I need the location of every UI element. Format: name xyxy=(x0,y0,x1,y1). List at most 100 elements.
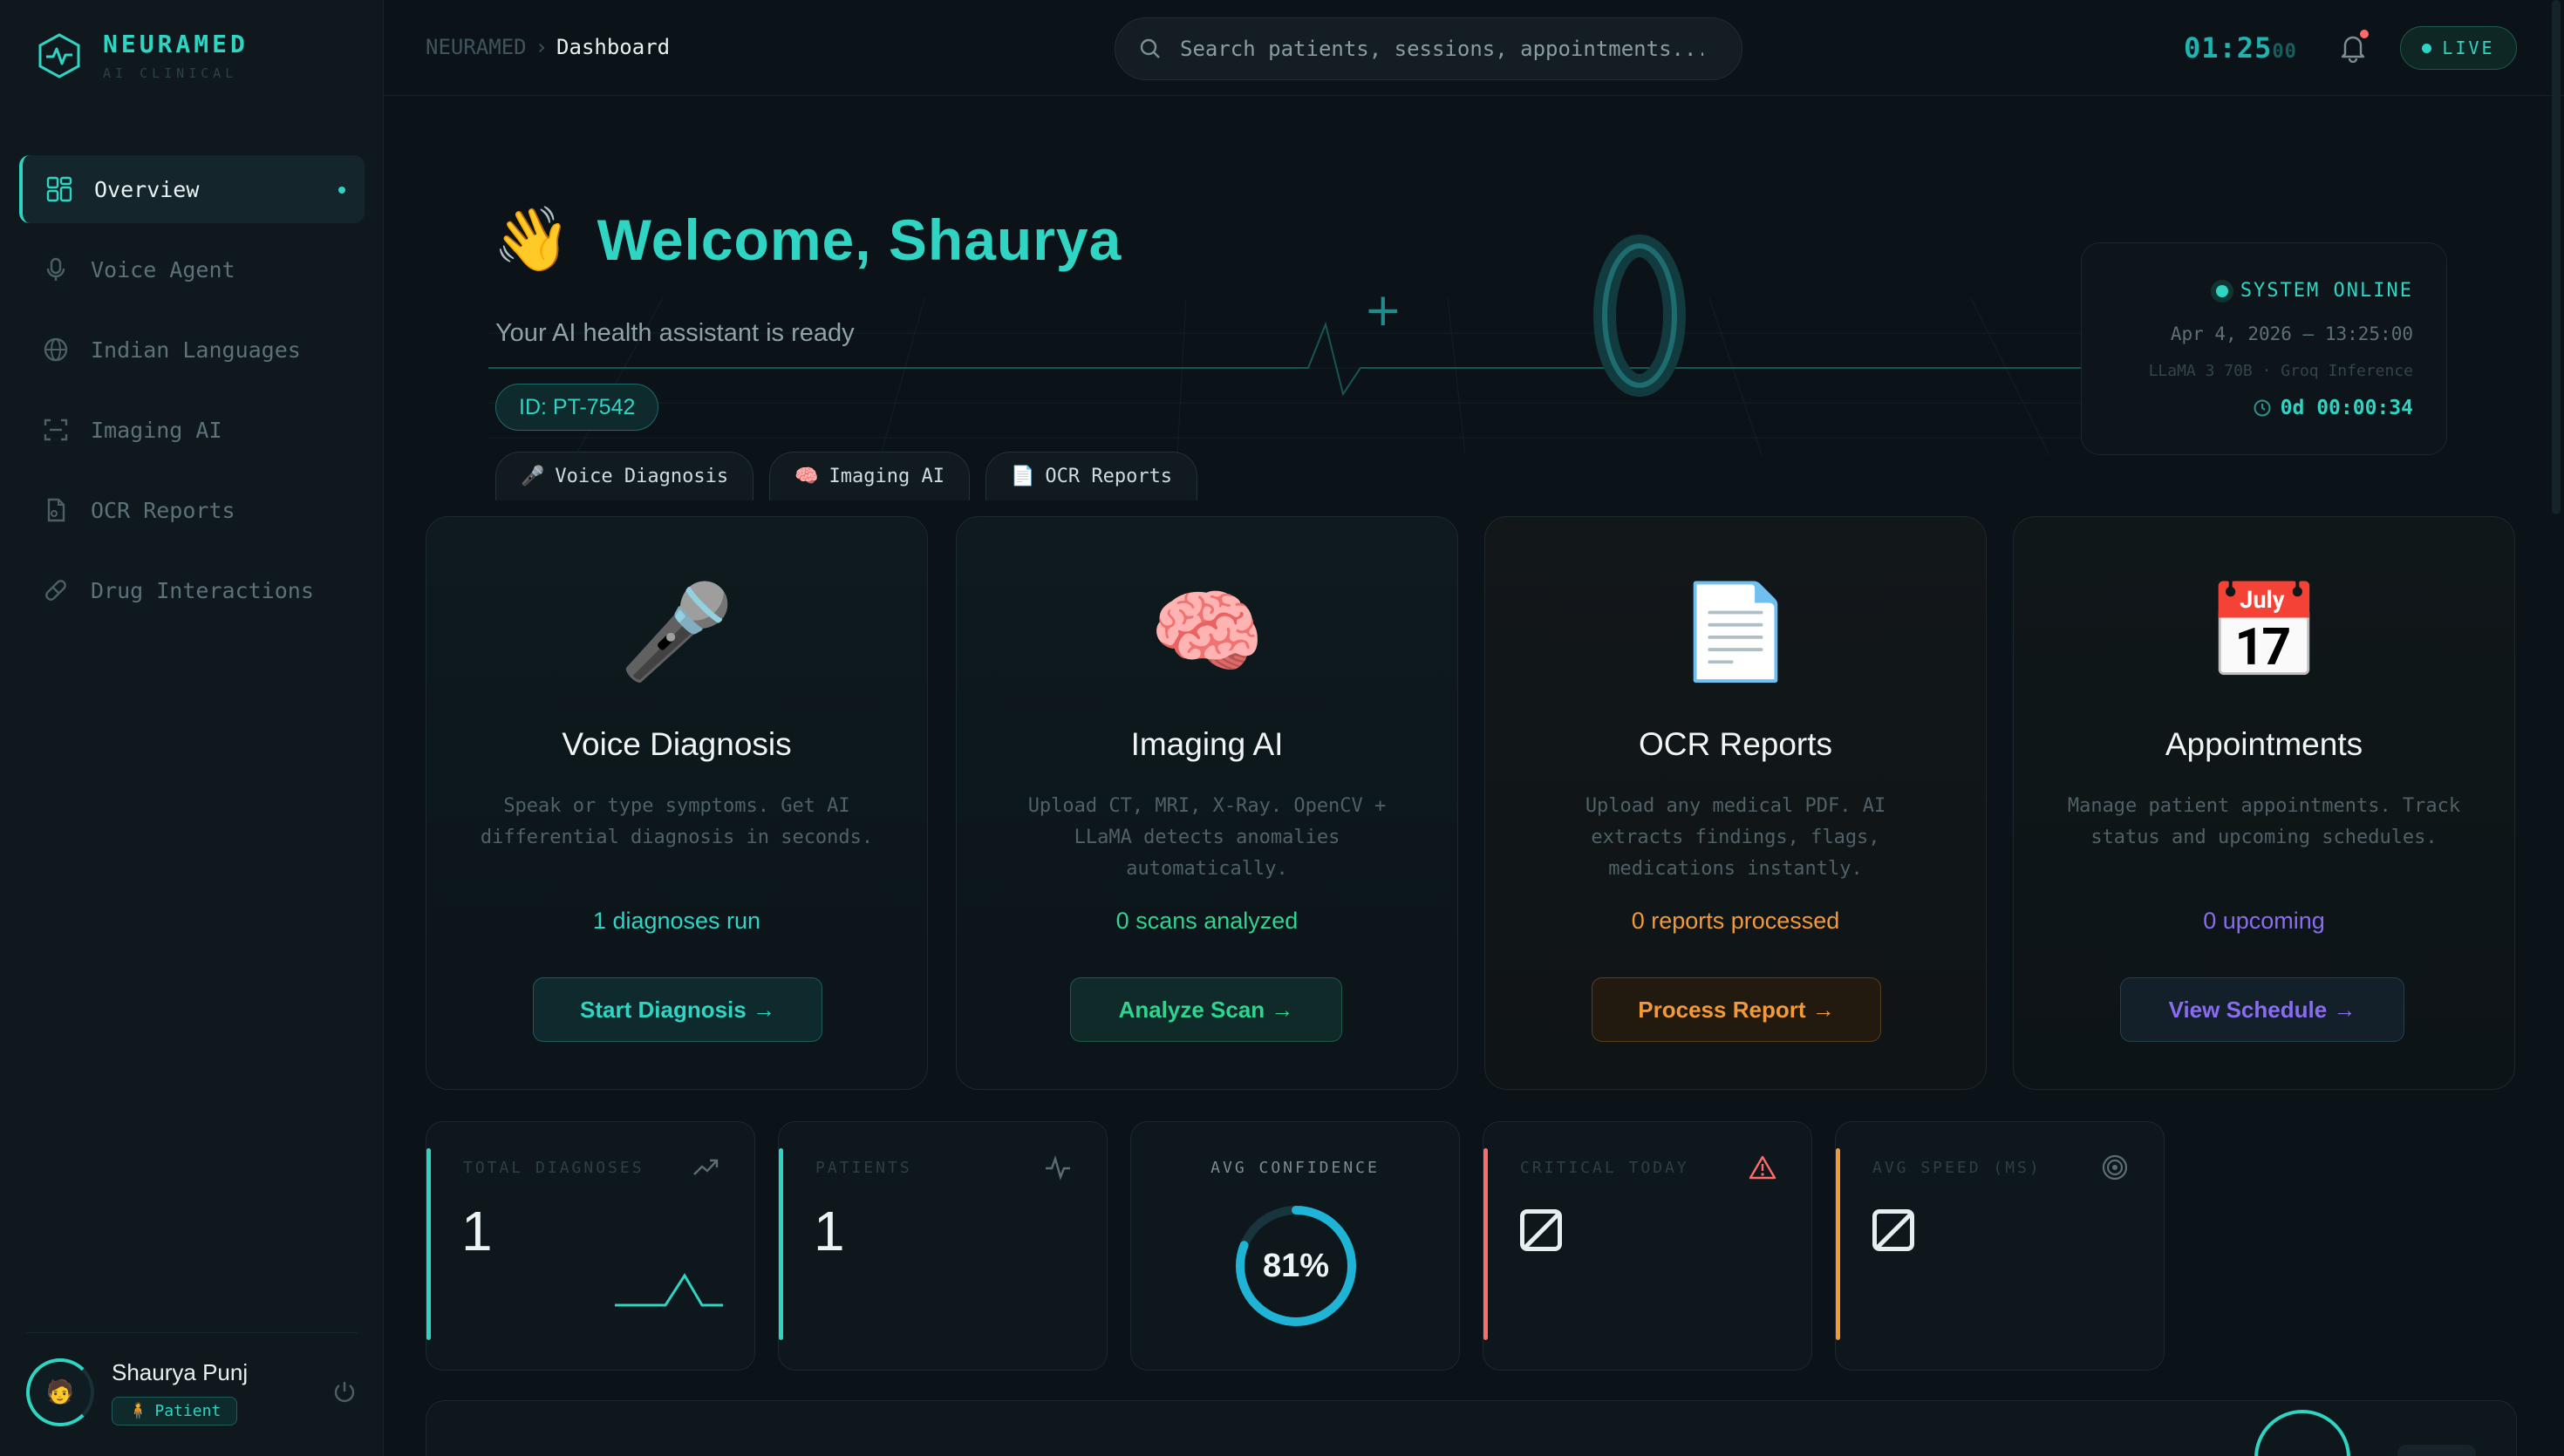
sidebar-item-voice-agent[interactable]: Voice Agent xyxy=(19,235,365,303)
card-title: Imaging AI xyxy=(1130,726,1284,762)
pill-icon xyxy=(42,576,70,604)
breadcrumb-separator: › xyxy=(535,35,549,59)
analyze-scan-button[interactable]: Analyze Scan → xyxy=(1070,977,1342,1042)
sidebar-item-imaging-ai[interactable]: Imaging AI xyxy=(19,396,365,464)
accent-edge xyxy=(1836,1148,1840,1340)
card-stat: 0 reports processed xyxy=(1631,908,1840,934)
user-name: Shaurya Punj xyxy=(112,1358,249,1385)
card-title: Appointments xyxy=(2165,726,2363,762)
patient-id-badge: ID: PT-7542 xyxy=(495,384,659,431)
metric-critical-today: CRITICAL TODAY 0 xyxy=(1483,1121,1812,1371)
process-report-button[interactable]: Process Report → xyxy=(1592,977,1881,1042)
3d-ring-decoration xyxy=(1593,235,1686,397)
globe-icon xyxy=(42,336,70,364)
metric-total-diagnoses: TOTAL DIAGNOSES 1 xyxy=(426,1121,755,1371)
trending-up-icon xyxy=(693,1159,719,1175)
avatar: 🧑 xyxy=(26,1357,94,1426)
chip-label: Imaging AI xyxy=(829,466,944,487)
chip-imaging-ai[interactable]: 🧠 Imaging AI xyxy=(769,452,970,500)
hero-subtitle: Your AI health assistant is ready xyxy=(495,319,855,347)
clock-display: 01:2500 xyxy=(2184,31,2297,65)
card-title: OCR Reports xyxy=(1638,726,1833,762)
card-ocr-reports[interactable]: 📄 OCR Reports Upload any medical PDF. AI… xyxy=(1484,516,1987,1090)
metric-label: AVG CONFIDENCE xyxy=(1210,1159,1380,1177)
sidebar-item-label: OCR Reports xyxy=(91,497,235,523)
clock-icon xyxy=(2254,399,2271,417)
brain-icon: 🧠 xyxy=(1149,578,1265,685)
card-stat: 0 upcoming xyxy=(2203,908,2325,934)
sidebar-item-ocr-reports[interactable]: OCR Reports xyxy=(19,476,365,544)
bottom-ring-decoration xyxy=(2254,1410,2350,1456)
search-bar[interactable] xyxy=(1115,17,1742,80)
card-imaging-ai[interactable]: 🧠 Imaging AI Upload CT, MRI, X-Ray. Open… xyxy=(956,516,1458,1090)
bottom-panel xyxy=(426,1400,2517,1456)
sidebar-item-label: Drug Interactions xyxy=(91,577,314,603)
card-description: Upload CT, MRI, X-Ray. OpenCV + LLaMA de… xyxy=(1027,795,1387,880)
target-icon xyxy=(2102,1154,2128,1180)
view-schedule-button[interactable]: View Schedule → xyxy=(2120,977,2404,1042)
card-voice-diagnosis[interactable]: 🎤 Voice Diagnosis Speak or type symptoms… xyxy=(426,516,928,1090)
metric-label: AVG SPEED (MS) xyxy=(1872,1159,2042,1177)
activity-icon xyxy=(1046,1155,1070,1180)
card-title: Voice Diagnosis xyxy=(562,726,792,762)
notifications-button[interactable] xyxy=(2337,30,2369,64)
sidebar-nav: Overview Voice Agent Indian Languages Im… xyxy=(19,155,365,636)
card-stat: 0 scans analyzed xyxy=(1115,908,1299,934)
top-bar: NEURAMED › Dashboard 01:2500 LIVE xyxy=(384,0,2564,96)
accent-edge xyxy=(426,1148,431,1340)
metric-label: TOTAL DIAGNOSES xyxy=(463,1159,644,1177)
bottom-action-button[interactable] xyxy=(2397,1445,2476,1456)
status-datetime: Apr 4, 2026 — 13:25:00 xyxy=(2170,323,2413,344)
live-dot xyxy=(2422,43,2432,53)
sidebar-item-label: Imaging AI xyxy=(91,417,222,443)
breadcrumb: NEURAMED › Dashboard xyxy=(426,35,670,59)
brand-subtitle: AI CLINICAL xyxy=(103,65,238,81)
metric-value: 81% xyxy=(1262,1247,1330,1284)
card-description: Manage patient appointments. Track statu… xyxy=(2067,795,2461,848)
live-status-badge: LIVE xyxy=(2400,26,2517,70)
microphone-icon: 🎤 xyxy=(521,466,545,487)
app-root: NEURAMED AI CLINICAL Overview Voice Agen… xyxy=(0,0,2564,1456)
confidence-ring: 81% xyxy=(1231,1201,1361,1331)
metric-cards: TOTAL DIAGNOSES 1 PATIENTS 1 AVG CONFIDE… xyxy=(426,1121,2170,1372)
microphone-icon: 🎤 xyxy=(619,578,734,685)
search-input[interactable] xyxy=(1180,37,1703,61)
system-status-card: SYSTEM ONLINE Apr 4, 2026 — 13:25:00 LLa… xyxy=(2081,242,2447,455)
document-icon: 📄 xyxy=(1010,466,1035,487)
uptime: 0d 00:00:34 xyxy=(2253,397,2413,419)
breadcrumb-root[interactable]: NEURAMED xyxy=(426,35,527,59)
alert-icon xyxy=(1749,1155,1776,1180)
role-badge: 🧍 Patient xyxy=(112,1396,238,1425)
sidebar-item-drug-interactions[interactable]: Drug Interactions xyxy=(19,556,365,624)
chip-voice-diagnosis[interactable]: 🎤 Voice Diagnosis xyxy=(495,452,754,500)
zero-value-glyph xyxy=(1520,1209,1562,1251)
sidebar-item-overview[interactable]: Overview xyxy=(19,155,365,223)
document-icon xyxy=(42,496,70,524)
start-diagnosis-button[interactable]: Start Diagnosis → xyxy=(533,977,822,1042)
sidebar-item-indian-languages[interactable]: Indian Languages xyxy=(19,316,365,384)
active-indicator-dot xyxy=(338,187,345,194)
power-icon[interactable] xyxy=(331,1378,358,1405)
hero-section: + 👋 Welcome, Shaurya Your AI health assi… xyxy=(384,98,2564,507)
scrollbar[interactable] xyxy=(2552,0,2561,514)
scan-icon xyxy=(42,416,70,444)
card-appointments[interactable]: 📅 Appointments Manage patient appointmen… xyxy=(2013,516,2515,1090)
uptime-value: 0d 00:00:34 xyxy=(2280,397,2413,419)
metric-label: PATIENTS xyxy=(815,1159,912,1177)
chip-label: Voice Diagnosis xyxy=(555,466,729,487)
welcome-heading: 👋 Welcome, Shaurya xyxy=(493,202,1122,276)
accent-edge xyxy=(779,1148,783,1340)
status-model: LLaMA 3 70B · Groq Inference xyxy=(2148,362,2413,380)
document-icon: 📄 xyxy=(1678,578,1793,685)
clock-time: 01:25 xyxy=(2184,31,2273,65)
status-dot xyxy=(2215,284,2228,297)
breadcrumb-current: Dashboard xyxy=(556,35,671,59)
metric-value: 1 xyxy=(814,1200,845,1262)
medical-cross-decoration: + xyxy=(1364,284,1402,337)
metric-avg-speed: AVG SPEED (MS) 0 xyxy=(1835,1121,2165,1371)
brand[interactable]: NEURAMED AI CLINICAL xyxy=(35,30,249,81)
user-profile[interactable]: 🧑 Shaurya Punj 🧍 Patient xyxy=(26,1332,358,1437)
search-icon xyxy=(1140,38,1160,58)
chip-ocr-reports[interactable]: 📄 OCR Reports xyxy=(985,452,1198,500)
chip-label: OCR Reports xyxy=(1045,466,1173,487)
